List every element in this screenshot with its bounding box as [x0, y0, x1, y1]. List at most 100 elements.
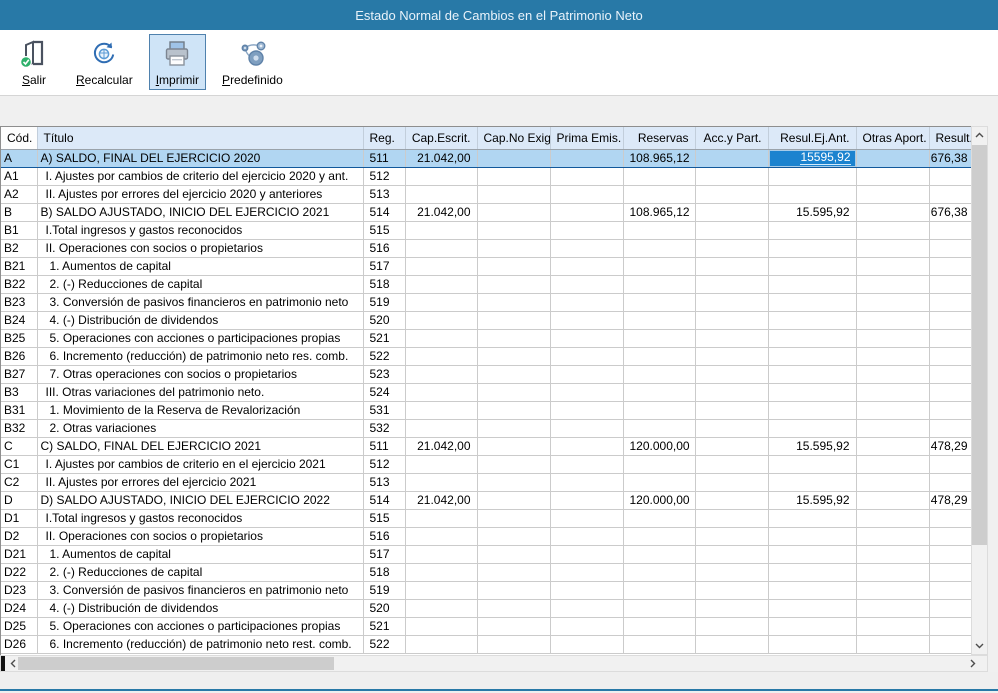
cell-D21-prima_emis[interactable] [550, 545, 623, 563]
cell-B31-otras_aport[interactable] [856, 401, 929, 419]
cell-B3-reg[interactable]: 524 [363, 383, 405, 401]
cell-C2-reservas[interactable] [623, 473, 695, 491]
horizontal-scrollbar[interactable] [0, 655, 988, 672]
cell-D-result[interactable]: 2.478,29 [929, 491, 971, 509]
cell-B-cod[interactable]: B [1, 203, 37, 221]
cell-B24-cap_escrit[interactable] [405, 311, 477, 329]
cell-D25-cap_escrit[interactable] [405, 617, 477, 635]
focused-cell-editor[interactable]: 15595,92 [769, 150, 856, 167]
cell-B1-resul_ej_ant[interactable] [768, 221, 856, 239]
cell-B26-titulo[interactable]: 6. Incremento (reducción) de patrimonio … [37, 347, 363, 365]
cell-B31-prima_emis[interactable] [550, 401, 623, 419]
cell-B32-cod[interactable]: B32 [1, 419, 37, 437]
cell-C1-prima_emis[interactable] [550, 455, 623, 473]
table-row-B24[interactable]: B244. (-) Distribución de dividendos520 [1, 311, 971, 329]
cell-B32-reservas[interactable] [623, 419, 695, 437]
cell-A1-otras_aport[interactable] [856, 167, 929, 185]
cell-D21-otras_aport[interactable] [856, 545, 929, 563]
cell-A1-cap_escrit[interactable] [405, 167, 477, 185]
cell-D26-otras_aport[interactable] [856, 635, 929, 653]
cell-A2-prima_emis[interactable] [550, 185, 623, 203]
cell-C1-reg[interactable]: 512 [363, 455, 405, 473]
cell-D2-acc_y_part[interactable] [695, 527, 768, 545]
cell-D21-acc_y_part[interactable] [695, 545, 768, 563]
cell-C-titulo[interactable]: C) SALDO, FINAL DEL EJERCICIO 2021 [37, 437, 363, 455]
cell-B31-resul_ej_ant[interactable] [768, 401, 856, 419]
cell-B2-prima_emis[interactable] [550, 239, 623, 257]
cell-B26-acc_y_part[interactable] [695, 347, 768, 365]
cell-A1-prima_emis[interactable] [550, 167, 623, 185]
cell-D-cap_no_exig[interactable] [477, 491, 550, 509]
cell-C-result[interactable]: 2.478,29 [929, 437, 971, 455]
cell-C2-titulo[interactable]: II. Ajustes por errores del ejercicio 20… [37, 473, 363, 491]
cell-B27-reservas[interactable] [623, 365, 695, 383]
cell-B2-otras_aport[interactable] [856, 239, 929, 257]
cell-C-prima_emis[interactable] [550, 437, 623, 455]
scroll-down-button[interactable] [972, 638, 987, 654]
cell-B22-otras_aport[interactable] [856, 275, 929, 293]
cell-B1-reservas[interactable] [623, 221, 695, 239]
cell-A2-cap_escrit[interactable] [405, 185, 477, 203]
cell-B23-cap_no_exig[interactable] [477, 293, 550, 311]
cell-B31-cap_escrit[interactable] [405, 401, 477, 419]
cell-B24-reservas[interactable] [623, 311, 695, 329]
cell-B25-reservas[interactable] [623, 329, 695, 347]
cell-D-reservas[interactable]: 120.000,00 [623, 491, 695, 509]
cell-B-resul_ej_ant[interactable]: 15.595,92 [768, 203, 856, 221]
cell-B22-cap_escrit[interactable] [405, 275, 477, 293]
cell-D26-titulo[interactable]: 6. Incremento (reducción) de patrimonio … [37, 635, 363, 653]
cell-B-result[interactable]: 1.676,38 [929, 203, 971, 221]
cell-D21-titulo[interactable]: 1. Aumentos de capital [37, 545, 363, 563]
preset-button[interactable]: Predefinido [215, 34, 290, 90]
cell-B1-titulo[interactable]: I.Total ingresos y gastos reconocidos [37, 221, 363, 239]
cell-D24-cap_escrit[interactable] [405, 599, 477, 617]
cell-B23-result[interactable] [929, 293, 971, 311]
cell-C1-cod[interactable]: C1 [1, 455, 37, 473]
cell-C2-cod[interactable]: C2 [1, 473, 37, 491]
cell-D26-prima_emis[interactable] [550, 635, 623, 653]
table-row-D25[interactable]: D255. Operaciones con acciones o partici… [1, 617, 971, 635]
cell-B23-acc_y_part[interactable] [695, 293, 768, 311]
cell-B27-cap_escrit[interactable] [405, 365, 477, 383]
cell-C-cap_no_exig[interactable] [477, 437, 550, 455]
cell-B3-acc_y_part[interactable] [695, 383, 768, 401]
cell-D26-reservas[interactable] [623, 635, 695, 653]
cell-C1-cap_escrit[interactable] [405, 455, 477, 473]
cell-D25-prima_emis[interactable] [550, 617, 623, 635]
table-row-D26[interactable]: D266. Incremento (reducción) de patrimon… [1, 635, 971, 653]
cell-D1-cap_escrit[interactable] [405, 509, 477, 527]
cell-A2-acc_y_part[interactable] [695, 185, 768, 203]
cell-B26-reservas[interactable] [623, 347, 695, 365]
cell-D1-result[interactable] [929, 509, 971, 527]
cell-B26-reg[interactable]: 522 [363, 347, 405, 365]
scroll-right-button[interactable] [965, 656, 981, 671]
table-row-D22[interactable]: D222. (-) Reducciones de capital518 [1, 563, 971, 581]
cell-A-titulo[interactable]: A) SALDO, FINAL DEL EJERCICIO 2020 [37, 149, 363, 167]
cell-D-cod[interactable]: D [1, 491, 37, 509]
cell-B32-acc_y_part[interactable] [695, 419, 768, 437]
cell-B25-reg[interactable]: 521 [363, 329, 405, 347]
cell-D22-prima_emis[interactable] [550, 563, 623, 581]
cell-B26-cap_no_exig[interactable] [477, 347, 550, 365]
cell-B21-prima_emis[interactable] [550, 257, 623, 275]
cell-A-resul_ej_ant[interactable]: 15595,92 [768, 149, 856, 167]
cell-D24-cap_no_exig[interactable] [477, 599, 550, 617]
cell-B32-result[interactable] [929, 419, 971, 437]
cell-B-titulo[interactable]: B) SALDO AJUSTADO, INICIO DEL EJERCICIO … [37, 203, 363, 221]
recalculate-button[interactable]: Recalcular [69, 34, 140, 90]
cell-C2-reg[interactable]: 513 [363, 473, 405, 491]
cell-D23-cod[interactable]: D23 [1, 581, 37, 599]
cell-D2-resul_ej_ant[interactable] [768, 527, 856, 545]
cell-B27-reg[interactable]: 523 [363, 365, 405, 383]
table-row-B1[interactable]: B1I.Total ingresos y gastos reconocidos5… [1, 221, 971, 239]
cell-A2-otras_aport[interactable] [856, 185, 929, 203]
cell-B23-titulo[interactable]: 3. Conversión de pasivos financieros en … [37, 293, 363, 311]
table-row-D24[interactable]: D244. (-) Distribución de dividendos520 [1, 599, 971, 617]
cell-B24-cod[interactable]: B24 [1, 311, 37, 329]
cell-B22-reg[interactable]: 518 [363, 275, 405, 293]
cell-B3-resul_ej_ant[interactable] [768, 383, 856, 401]
cell-D26-cap_escrit[interactable] [405, 635, 477, 653]
vertical-scrollbar[interactable] [971, 126, 988, 655]
cell-C1-cap_no_exig[interactable] [477, 455, 550, 473]
cell-B22-result[interactable] [929, 275, 971, 293]
